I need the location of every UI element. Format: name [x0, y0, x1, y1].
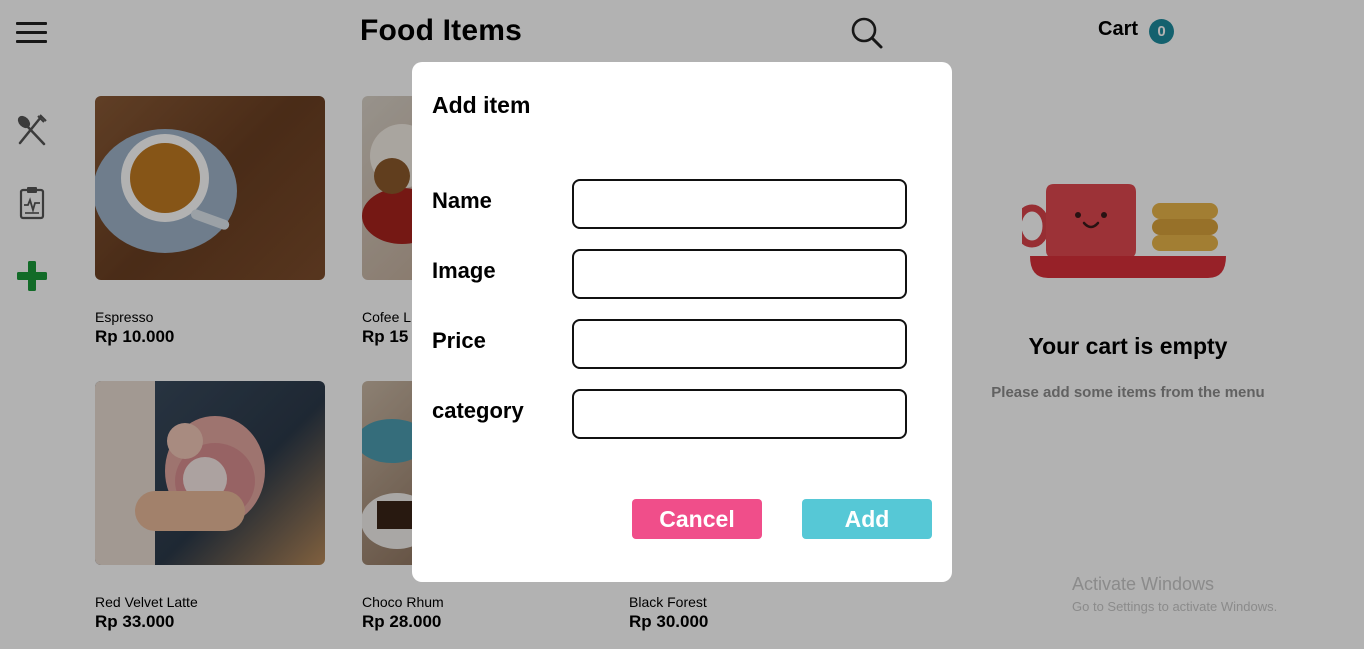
name-label: Name — [432, 188, 492, 213]
add-button[interactable]: Add — [802, 499, 932, 539]
app-root: Food Items Cart 0 Espresso Rp 10.000 Cof… — [0, 0, 1364, 649]
cancel-button[interactable]: Cancel — [632, 499, 762, 539]
image-label: Image — [432, 258, 496, 283]
category-input[interactable] — [572, 389, 907, 439]
category-label: category — [432, 398, 524, 423]
image-input[interactable] — [572, 249, 907, 299]
price-input[interactable] — [572, 319, 907, 369]
dialog-title: Add item — [432, 92, 531, 118]
add-item-dialog: Add item Name Image Price category Cance… — [412, 62, 952, 582]
name-input[interactable] — [572, 179, 907, 229]
price-label: Price — [432, 328, 486, 353]
